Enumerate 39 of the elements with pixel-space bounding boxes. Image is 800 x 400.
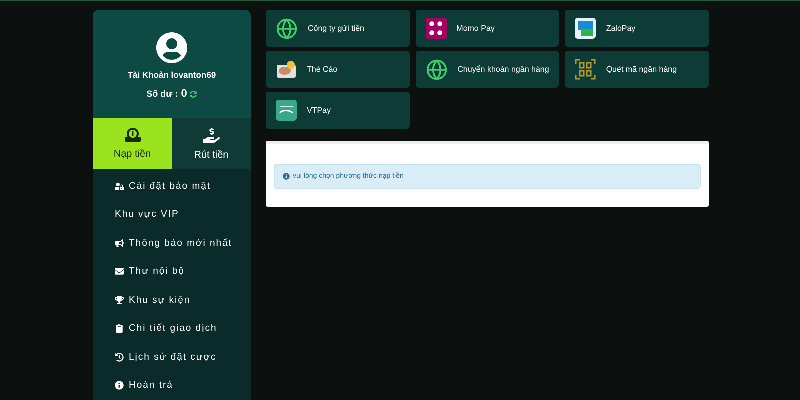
megaphone-icon [115,238,124,248]
account-name: Tài Khoản lovanton69 [128,70,216,80]
menu-item[interactable]: Khu vực VIP [115,200,251,229]
menu-item[interactable]: Hoàn trả [115,372,251,400]
menu-item[interactable]: Chi tiết giao dịch [115,314,251,343]
money-bag-icon [124,127,142,144]
menu-item[interactable]: Khu sự kiện [115,286,251,314]
qr-code-icon [575,59,596,80]
trophy-icon [115,296,124,305]
clipboard-icon [115,324,124,334]
history-icon [115,352,124,362]
info-icon [115,381,124,390]
globe-icon [276,18,298,40]
balance-value: 0 [181,88,188,100]
tab[interactable]: Rút tiền [172,118,251,169]
payment-method-button[interactable]: Chuyển khoản ngân hàng [416,51,560,88]
info-icon [283,173,290,180]
hand-money-icon [203,126,220,144]
scratch-card-icon [276,59,297,80]
menu-item[interactable]: Cài đặt bảo mật [115,172,251,200]
menu-item[interactable]: Thư nội bộ [115,258,251,286]
payment-method-button[interactable]: Quét mã ngân hàng [565,51,709,88]
user-lock-icon [115,182,124,191]
wallet-logo-icon [426,18,447,39]
payment-method-button[interactable]: Công ty gửi tiền [266,10,410,47]
payment-method-button[interactable]: ZaloPay [565,10,709,47]
envelope-icon [115,267,124,276]
menu-item[interactable]: Lịch sử đặt cược [115,343,251,372]
menu-item[interactable]: Thông báo mới nhất [115,229,251,258]
wallet-logo-icon [276,100,297,121]
wallet-logo-icon [575,18,596,39]
refresh-icon[interactable] [190,90,198,98]
payment-method-button[interactable]: Thẻ Cào [266,51,410,88]
avatar-icon [156,32,188,64]
payment-method-button[interactable]: VTPay [266,92,410,129]
payment-method-button[interactable]: Momo Pay [416,10,560,47]
tab[interactable]: Nạp tiền [93,118,172,169]
globe-icon [426,58,448,80]
balance-label: Số dư : [146,89,178,99]
